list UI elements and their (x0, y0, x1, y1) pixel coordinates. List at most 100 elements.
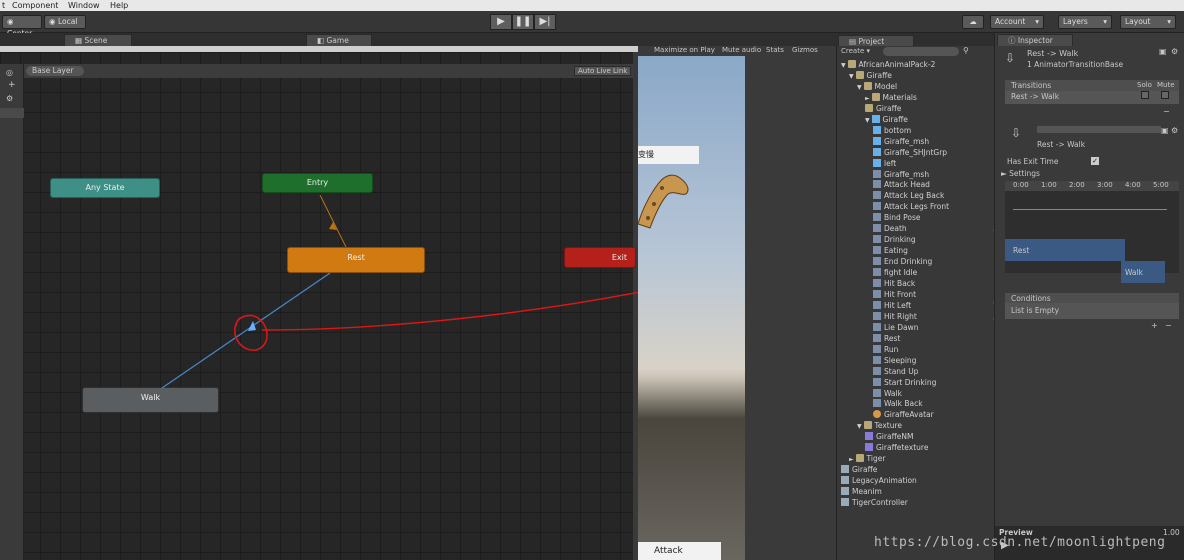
tree-item[interactable]: Walk (873, 388, 902, 400)
tree-item-label: Texture (874, 421, 902, 431)
tree-item[interactable]: Giraffe_msh (873, 136, 929, 148)
tree-item[interactable]: bottom (873, 125, 912, 137)
help-icon[interactable]: ▣ (1159, 47, 1167, 56)
tree-item[interactable]: Death (873, 224, 907, 235)
tree-item[interactable]: Meanim (841, 487, 882, 498)
tree-item[interactable]: Start Drinking (873, 377, 937, 389)
tree-item[interactable]: Run (873, 344, 898, 356)
remove-transition-button[interactable]: − (1163, 107, 1170, 116)
tree-item[interactable]: LegacyAnimation (841, 476, 917, 487)
info-icon: ⓘ (1008, 36, 1016, 45)
anim-icon (873, 213, 881, 222)
foldout-arrow-icon[interactable]: ▼ (841, 62, 848, 69)
tree-item-label: Giraffe_msh (884, 169, 930, 179)
tree-item-label: GiraffeAvatar (884, 410, 934, 420)
tree-item[interactable]: ▼ AfricanAnimalPack-2 (841, 60, 935, 71)
tree-item-label: fight Idle (884, 268, 918, 278)
tree-item[interactable]: Walk Back (873, 399, 923, 410)
anim-icon (873, 355, 881, 364)
timeline-tick-label: 5:00 (1153, 181, 1169, 189)
tree-item-label: End Drinking (884, 257, 933, 267)
track-rest[interactable]: Rest (1005, 239, 1125, 261)
tree-item[interactable]: Drinking (873, 235, 916, 246)
gear-icon[interactable]: ⚙ (1171, 47, 1178, 56)
tree-item[interactable]: Hit Left (873, 300, 911, 312)
solo-checkbox[interactable] (1141, 91, 1149, 99)
maximize-on-play-toggle[interactable]: Maximize on Play (654, 46, 715, 54)
tree-item[interactable]: Stand Up (873, 366, 918, 378)
tree-item-label: Start Drinking (884, 377, 937, 387)
tree-item[interactable]: Giraffe (841, 465, 877, 476)
mesh-icon (873, 147, 881, 156)
foldout-arrow-icon[interactable]: ▼ (849, 73, 856, 80)
conditions-header-label: Conditions (1011, 294, 1051, 303)
tree-item[interactable]: Bind Pose (873, 213, 921, 224)
tree-item[interactable]: Hit Front (873, 289, 917, 301)
inspector-subtitle: 1 AnimatorTransitionBase (1027, 60, 1124, 69)
tree-item[interactable]: Eating (873, 246, 908, 257)
tree-item[interactable]: GiraffeAvatar (873, 410, 934, 421)
tree-item[interactable]: Attack Legs Front (873, 202, 949, 213)
tree-item-label: bottom (884, 125, 912, 135)
tree-item-label: LegacyAnimation (852, 476, 917, 486)
controller-icon (841, 465, 849, 474)
tree-item-label: Hit Front (884, 289, 917, 299)
mute-label: Mute (1157, 81, 1175, 89)
tree-item[interactable]: Sleeping (873, 355, 916, 367)
help-icon[interactable]: ▣ (1161, 126, 1169, 135)
tree-item[interactable]: Giraffe (865, 103, 901, 115)
gear-icon[interactable]: ⚙ (1171, 126, 1178, 135)
settings-foldout[interactable]: ► Settings (1001, 168, 1173, 179)
tree-item[interactable]: Giraffetexture (865, 443, 928, 454)
tree-item[interactable]: TigerController (841, 498, 908, 509)
tree-item[interactable]: ▼ Giraffe (849, 70, 892, 82)
tree-item[interactable]: Giraffe_SHJntGrp (873, 147, 947, 159)
tree-item[interactable]: fight Idle (873, 268, 917, 279)
tree-item[interactable]: ▼ Giraffe (865, 114, 908, 126)
tree-item[interactable]: GiraffeNM (865, 432, 913, 443)
solo-label: Solo (1137, 81, 1152, 89)
anim-icon (873, 399, 881, 408)
remove-condition-button[interactable]: − (1165, 321, 1172, 330)
create-dropdown[interactable]: Create ▾ (841, 47, 870, 55)
mute-audio-toggle[interactable]: Mute audio (722, 46, 761, 54)
tree-item[interactable]: End Drinking (873, 257, 932, 268)
track-walk[interactable]: Walk (1121, 261, 1165, 283)
game-speed-button[interactable]: 变慢 (638, 146, 699, 164)
tree-item[interactable]: Hit Right (873, 311, 917, 323)
attack-button[interactable]: Attack (638, 542, 721, 560)
project-panel: Create ▾ ⚲ ▼ AfricanAnimalPack-2 ▼ Giraff… (836, 46, 993, 560)
tree-item[interactable]: Giraffe_msh (873, 169, 930, 181)
tree-item[interactable]: ► Materials (865, 92, 917, 104)
settings-label: Settings (1009, 169, 1040, 178)
tree-item[interactable]: Hit Back (873, 279, 915, 290)
tree-item[interactable]: left (873, 158, 896, 170)
tree-item[interactable]: Attack Head (873, 180, 930, 191)
add-condition-button[interactable]: + (1151, 321, 1158, 330)
transition-timeline[interactable]: 0:00 1:00 2:00 3:00 4:00 5:00 Rest Walk (1005, 181, 1179, 283)
gizmos-dropdown[interactable]: Gizmos (792, 46, 818, 54)
has-exit-time-checkbox[interactable]: ✓ (1091, 157, 1099, 165)
filter-icon[interactable]: ⚲ (963, 46, 969, 55)
stats-toggle[interactable]: Stats (766, 46, 784, 54)
foldout-arrow-icon[interactable]: ► (865, 95, 872, 102)
tab-inspector[interactable]: ⓘ Inspector (997, 34, 1073, 46)
timeline-ruler: 0:00 1:00 2:00 3:00 4:00 5:00 (1005, 181, 1179, 191)
tree-item[interactable]: Attack Leg Back (873, 191, 944, 202)
foldout-arrow-icon[interactable]: ► (849, 456, 856, 463)
tree-item[interactable]: Lie Dawn (873, 322, 919, 334)
tree-item-label: Materials (882, 92, 917, 102)
project-search-input[interactable] (883, 47, 959, 56)
mute-checkbox[interactable] (1161, 91, 1169, 99)
tree-item[interactable]: ▼ Model (857, 81, 897, 93)
foldout-arrow-icon[interactable]: ▼ (857, 84, 864, 91)
tree-item[interactable]: ▼ Texture (857, 421, 902, 432)
tree-item[interactable]: ► Tiger (849, 454, 885, 465)
transition-name-field[interactable] (1037, 126, 1161, 133)
has-exit-time-label: Has Exit Time (1007, 157, 1059, 166)
folder-icon (871, 92, 880, 101)
inspector-panel: ⓘ Inspector ⇩ Rest -> Walk 1 AnimatorTra… (994, 33, 1184, 560)
foldout-arrow-icon[interactable]: ▼ (857, 423, 864, 430)
tree-item[interactable]: Rest (873, 333, 900, 345)
transition-row[interactable]: Rest -> Walk (1005, 91, 1179, 104)
